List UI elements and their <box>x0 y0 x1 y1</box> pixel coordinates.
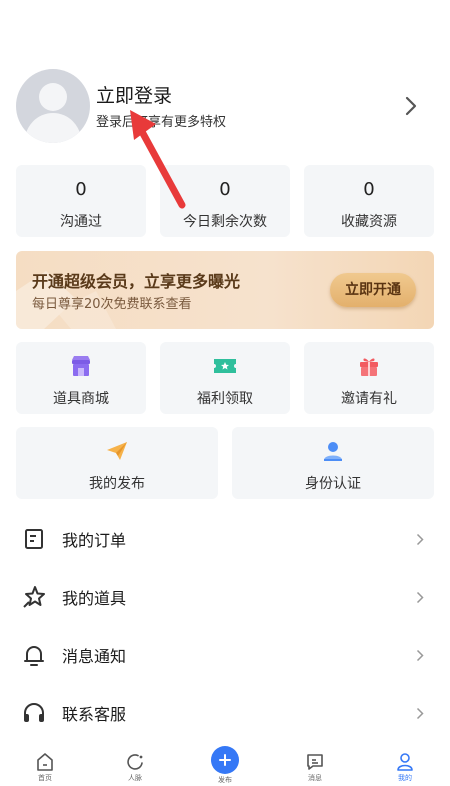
id-user-icon <box>324 442 342 461</box>
menu-item-label: 消息通知 <box>62 647 127 666</box>
tool-label: 福利领取 <box>197 391 253 407</box>
order-icon <box>25 529 43 549</box>
chevron-right-icon <box>416 591 424 604</box>
login-subtitle: 登录后可享有更多特权 <box>96 114 227 130</box>
vip-subtitle: 每日尊享20次免费联系查看 <box>32 297 192 312</box>
stat-remaining-today[interactable]: 0 今日剩余次数 <box>160 165 290 237</box>
stat-contacted[interactable]: 0 沟通过 <box>16 165 146 237</box>
nav-publish[interactable]: 发布 <box>180 742 270 786</box>
menu-item-notifications[interactable]: 消息通知 <box>0 626 450 684</box>
home-icon <box>37 753 53 771</box>
stat-label: 沟通过 <box>60 214 102 230</box>
vip-title: 开通超级会员，立享更多曝光 <box>32 272 241 291</box>
tool-label: 道具商城 <box>53 391 109 407</box>
message-icon <box>307 754 323 770</box>
tool-identity-verify[interactable]: 身份认证 <box>232 427 434 499</box>
tools-row: 道具商城 福利领取 邀请有礼 <box>16 342 434 414</box>
nav-home[interactable]: 首页 <box>0 742 90 786</box>
contacts-icon <box>127 754 143 770</box>
menu-item-label: 联系客服 <box>62 705 127 724</box>
gift-icon <box>360 358 378 376</box>
chevron-right-icon <box>416 707 424 720</box>
menu-item-label: 我的道具 <box>62 589 127 608</box>
nav-label: 我的 <box>398 774 412 782</box>
menu-item-label: 我的订单 <box>62 531 127 550</box>
ticket-icon <box>214 359 236 373</box>
stat-value: 0 <box>75 179 87 200</box>
menu-item-props[interactable]: 我的道具 <box>0 568 450 626</box>
login-title[interactable]: 立即登录 <box>96 83 226 109</box>
shop-icon <box>72 356 90 376</box>
tool-my-posts[interactable]: 我的发布 <box>16 427 218 499</box>
nav-contacts[interactable]: 人脉 <box>90 742 180 786</box>
menu-list: 我的订单 我的道具 消息通知 联系客服 <box>0 510 450 742</box>
avatar[interactable] <box>16 69 90 143</box>
stat-label: 今日剩余次数 <box>183 214 267 230</box>
chevron-right-icon <box>416 649 424 662</box>
tool-label: 身份认证 <box>305 476 361 492</box>
bottom-nav: 首页 人脉 发布 消息 我的 <box>0 742 450 786</box>
user-icon <box>397 753 413 771</box>
star-tool-icon <box>23 586 45 608</box>
nav-messages[interactable]: 消息 <box>270 742 360 786</box>
stat-favorites[interactable]: 0 收藏资源 <box>304 165 434 237</box>
stat-label: 收藏资源 <box>341 214 397 230</box>
nav-label: 人脉 <box>128 774 142 782</box>
paper-plane-icon <box>107 442 127 460</box>
bell-icon <box>24 646 44 666</box>
vip-activate-button[interactable]: 立即开通 <box>330 273 416 307</box>
chevron-right-icon[interactable] <box>404 94 418 118</box>
menu-item-customer-service[interactable]: 联系客服 <box>0 684 450 742</box>
nav-mine[interactable]: 我的 <box>360 742 450 786</box>
tools-row-2: 我的发布 身份认证 <box>16 427 434 499</box>
tool-invite[interactable]: 邀请有礼 <box>304 342 434 414</box>
tool-label: 邀请有礼 <box>341 391 397 407</box>
nav-label: 发布 <box>218 776 232 784</box>
chevron-right-icon <box>416 533 424 546</box>
headset-icon <box>24 703 44 722</box>
stat-value: 0 <box>219 179 231 200</box>
nav-label: 首页 <box>38 774 52 782</box>
vip-banner[interactable]: 开通超级会员，立享更多曝光 每日尊享20次免费联系查看 立即开通 <box>16 251 434 329</box>
nav-label: 消息 <box>308 774 322 782</box>
plus-icon <box>211 746 239 774</box>
tool-label: 我的发布 <box>89 476 145 492</box>
tool-welfare[interactable]: 福利领取 <box>160 342 290 414</box>
menu-item-orders[interactable]: 我的订单 <box>0 510 450 568</box>
tool-shop[interactable]: 道具商城 <box>16 342 146 414</box>
stats-row: 0 沟通过 0 今日剩余次数 0 收藏资源 <box>16 165 434 237</box>
profile-header[interactable]: 立即登录 登录后可享有更多特权 <box>16 68 434 144</box>
stat-value: 0 <box>363 179 375 200</box>
